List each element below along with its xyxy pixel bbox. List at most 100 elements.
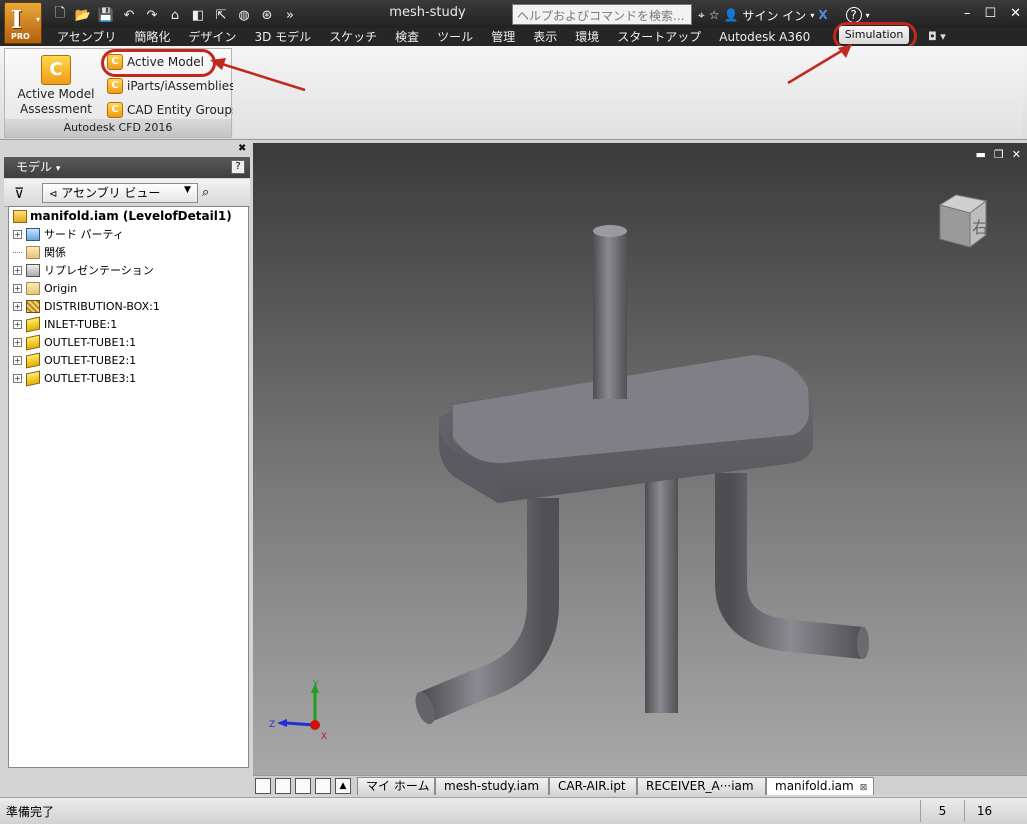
document-tab[interactable]: manifold.iam ⊠ — [766, 777, 874, 795]
sign-in-button[interactable]: サイン イン — [742, 7, 806, 24]
favorites-star-icon[interactable]: ☆ — [709, 8, 720, 22]
browser-title-label: モデル — [16, 160, 53, 174]
expand-icon[interactable]: + — [13, 319, 22, 329]
tile-vertical-icon[interactable] — [315, 778, 331, 794]
expand-icon[interactable]: + — [13, 229, 22, 239]
tree-item[interactable]: + INLET-TUBE:1 — [13, 315, 117, 333]
ribbon-tab[interactable]: アセンブリ — [48, 28, 125, 46]
tree-item[interactable]: + Origin — [13, 279, 77, 297]
browser-title-chevron-icon: ▾ — [55, 164, 61, 174]
graphics-window[interactable]: ▬ ❐ ✕ 右 Y Z X — [253, 143, 1027, 775]
redo-icon[interactable]: ↷ — [142, 6, 162, 24]
document-tab[interactable]: マイ ホーム — [357, 777, 435, 795]
assembly-view-icon: ⊲ — [49, 189, 58, 200]
tree-item[interactable]: 関係 — [13, 243, 66, 261]
ribbon-minimize-icon[interactable]: ◘ ▾ — [928, 30, 946, 43]
browser-title[interactable]: モデル ▾ — [4, 157, 250, 178]
tile-horizontal-icon[interactable] — [295, 778, 311, 794]
application-menu-button[interactable]: I ▾ PRO — [4, 2, 42, 44]
window-controls: – ☐ ✕ — [964, 6, 1021, 21]
tree-item-label: DISTRIBUTION-BOX:1 — [44, 299, 160, 313]
help-chevron-icon[interactable]: ▾ — [866, 11, 870, 20]
cad-entity-groups-button[interactable]: C CAD Entity Groups — [107, 101, 238, 119]
expand-icon[interactable]: + — [13, 373, 22, 383]
expand-icon[interactable]: + — [13, 265, 22, 275]
viewport-close-icon[interactable]: ✕ — [1012, 148, 1021, 161]
document-tab[interactable]: RECEIVER_A···iam — [637, 777, 766, 795]
tree-item[interactable]: + OUTLET-TUBE1:1 — [13, 333, 136, 351]
ribbon-tab[interactable]: Autodesk A360 — [710, 28, 819, 46]
update-icon[interactable]: ⊛ — [257, 6, 277, 24]
tile-windows-icon[interactable] — [275, 778, 291, 794]
filter-icon[interactable]: ⊽ — [14, 186, 24, 202]
tree-item[interactable]: + サード パーティ — [13, 225, 124, 243]
document-tab[interactable]: mesh-study.iam — [435, 777, 549, 795]
ribbon-tab[interactable]: 表示 — [524, 28, 566, 46]
ribbon-tab[interactable]: 管理 — [482, 28, 524, 46]
user-icon[interactable]: 👤 — [724, 8, 739, 22]
tree-item[interactable]: + OUTLET-TUBE3:1 — [13, 369, 136, 387]
more-commands-icon[interactable]: » — [280, 6, 300, 24]
view-cube[interactable]: 右 — [938, 191, 988, 251]
ribbon-tab[interactable]: スケッチ — [320, 28, 386, 46]
close-icon[interactable]: ✕ — [1010, 6, 1021, 21]
appearance-icon[interactable]: ◍ — [234, 6, 254, 24]
view-mode-dropdown[interactable]: ⊲ アセンブリ ビュー — [42, 183, 198, 203]
cfd-icon: C — [107, 78, 123, 94]
binoculars-icon[interactable]: ⌕ — [202, 185, 209, 200]
ribbon-tab[interactable]: スタートアップ — [608, 28, 710, 46]
document-tab[interactable]: CAR-AIR.ipt — [549, 777, 637, 795]
iparts-button[interactable]: C iParts/iAssemblies — [107, 77, 235, 95]
manifold-model[interactable] — [253, 143, 1027, 775]
browser-grip[interactable] — [4, 143, 250, 155]
ribbon-tab[interactable]: 3D モデル — [245, 28, 320, 46]
home-icon[interactable]: ⌂ — [165, 6, 185, 24]
open-folder-icon[interactable]: 📂 — [73, 6, 93, 24]
undo-icon[interactable]: ↶ — [119, 6, 139, 24]
representation-icon — [26, 263, 40, 277]
model-tree: manifold.iam (LevelofDetail1) + サード パーティ関… — [8, 206, 249, 768]
chevron-down-icon[interactable]: ▾ — [810, 11, 814, 20]
status-text: 準備完了 — [6, 805, 55, 819]
new-file-icon[interactable]: 🗋 — [50, 6, 70, 24]
tab-list-icon[interactable]: ▲ — [335, 778, 351, 794]
chevron-down-icon[interactable]: ▼ — [184, 185, 191, 195]
tree-item[interactable]: + DISTRIBUTION-BOX:1 — [13, 297, 160, 315]
help-icon[interactable]: ? — [845, 7, 862, 23]
folder-icon — [26, 281, 40, 295]
document-tab-label: マイ ホーム — [366, 779, 430, 793]
ribbon-tab[interactable]: ツール — [428, 28, 482, 46]
viewport-restore-icon[interactable]: ❐ — [994, 148, 1004, 161]
coordinate-triad: Y Z X — [269, 680, 327, 742]
document-tab-label: CAR-AIR.ipt — [558, 779, 626, 793]
tree-root[interactable]: manifold.iam (LevelofDetail1) — [13, 209, 232, 223]
material-icon[interactable]: ◧ — [188, 6, 208, 24]
app-edition-badge: PRO — [11, 32, 30, 41]
browser-help-icon[interactable]: ? — [231, 160, 245, 174]
expand-icon[interactable]: + — [13, 301, 22, 311]
tree-item[interactable]: + リプレゼンテーション — [13, 261, 154, 279]
help-search-input[interactable]: ヘルプおよびコマンドを検索... — [512, 4, 692, 25]
ribbon-tab[interactable]: デザイン — [179, 28, 245, 46]
document-tab-label: manifold.iam — [775, 779, 854, 793]
cascade-windows-icon[interactable] — [255, 778, 271, 794]
ribbon-tab[interactable]: 環境 — [566, 28, 608, 46]
distribution-part-icon — [26, 299, 40, 313]
tree-item[interactable]: + OUTLET-TUBE2:1 — [13, 351, 136, 369]
ribbon-tab[interactable]: 検査 — [386, 28, 428, 46]
expand-icon[interactable]: + — [13, 355, 22, 365]
browser-close-icon[interactable]: ✖ — [238, 143, 246, 154]
search-binoculars-icon[interactable]: ⌖ — [698, 8, 705, 23]
expand-icon[interactable]: + — [13, 283, 22, 293]
viewport-minimize-icon[interactable]: ▬ — [976, 148, 986, 161]
part-icon — [26, 316, 40, 332]
exchange-icon[interactable]: X — [818, 8, 827, 22]
ribbon-tab[interactable]: 簡略化 — [125, 28, 179, 46]
maximize-icon[interactable]: ☐ — [984, 6, 996, 21]
save-icon[interactable]: 💾 — [96, 6, 116, 24]
close-tab-icon[interactable]: ⊠ — [860, 783, 868, 793]
select-filter-icon[interactable]: ⇱ — [211, 6, 231, 24]
expand-icon[interactable]: + — [13, 337, 22, 347]
tab-simulation[interactable]: Simulation — [839, 26, 909, 44]
minimize-icon[interactable]: – — [964, 6, 971, 21]
